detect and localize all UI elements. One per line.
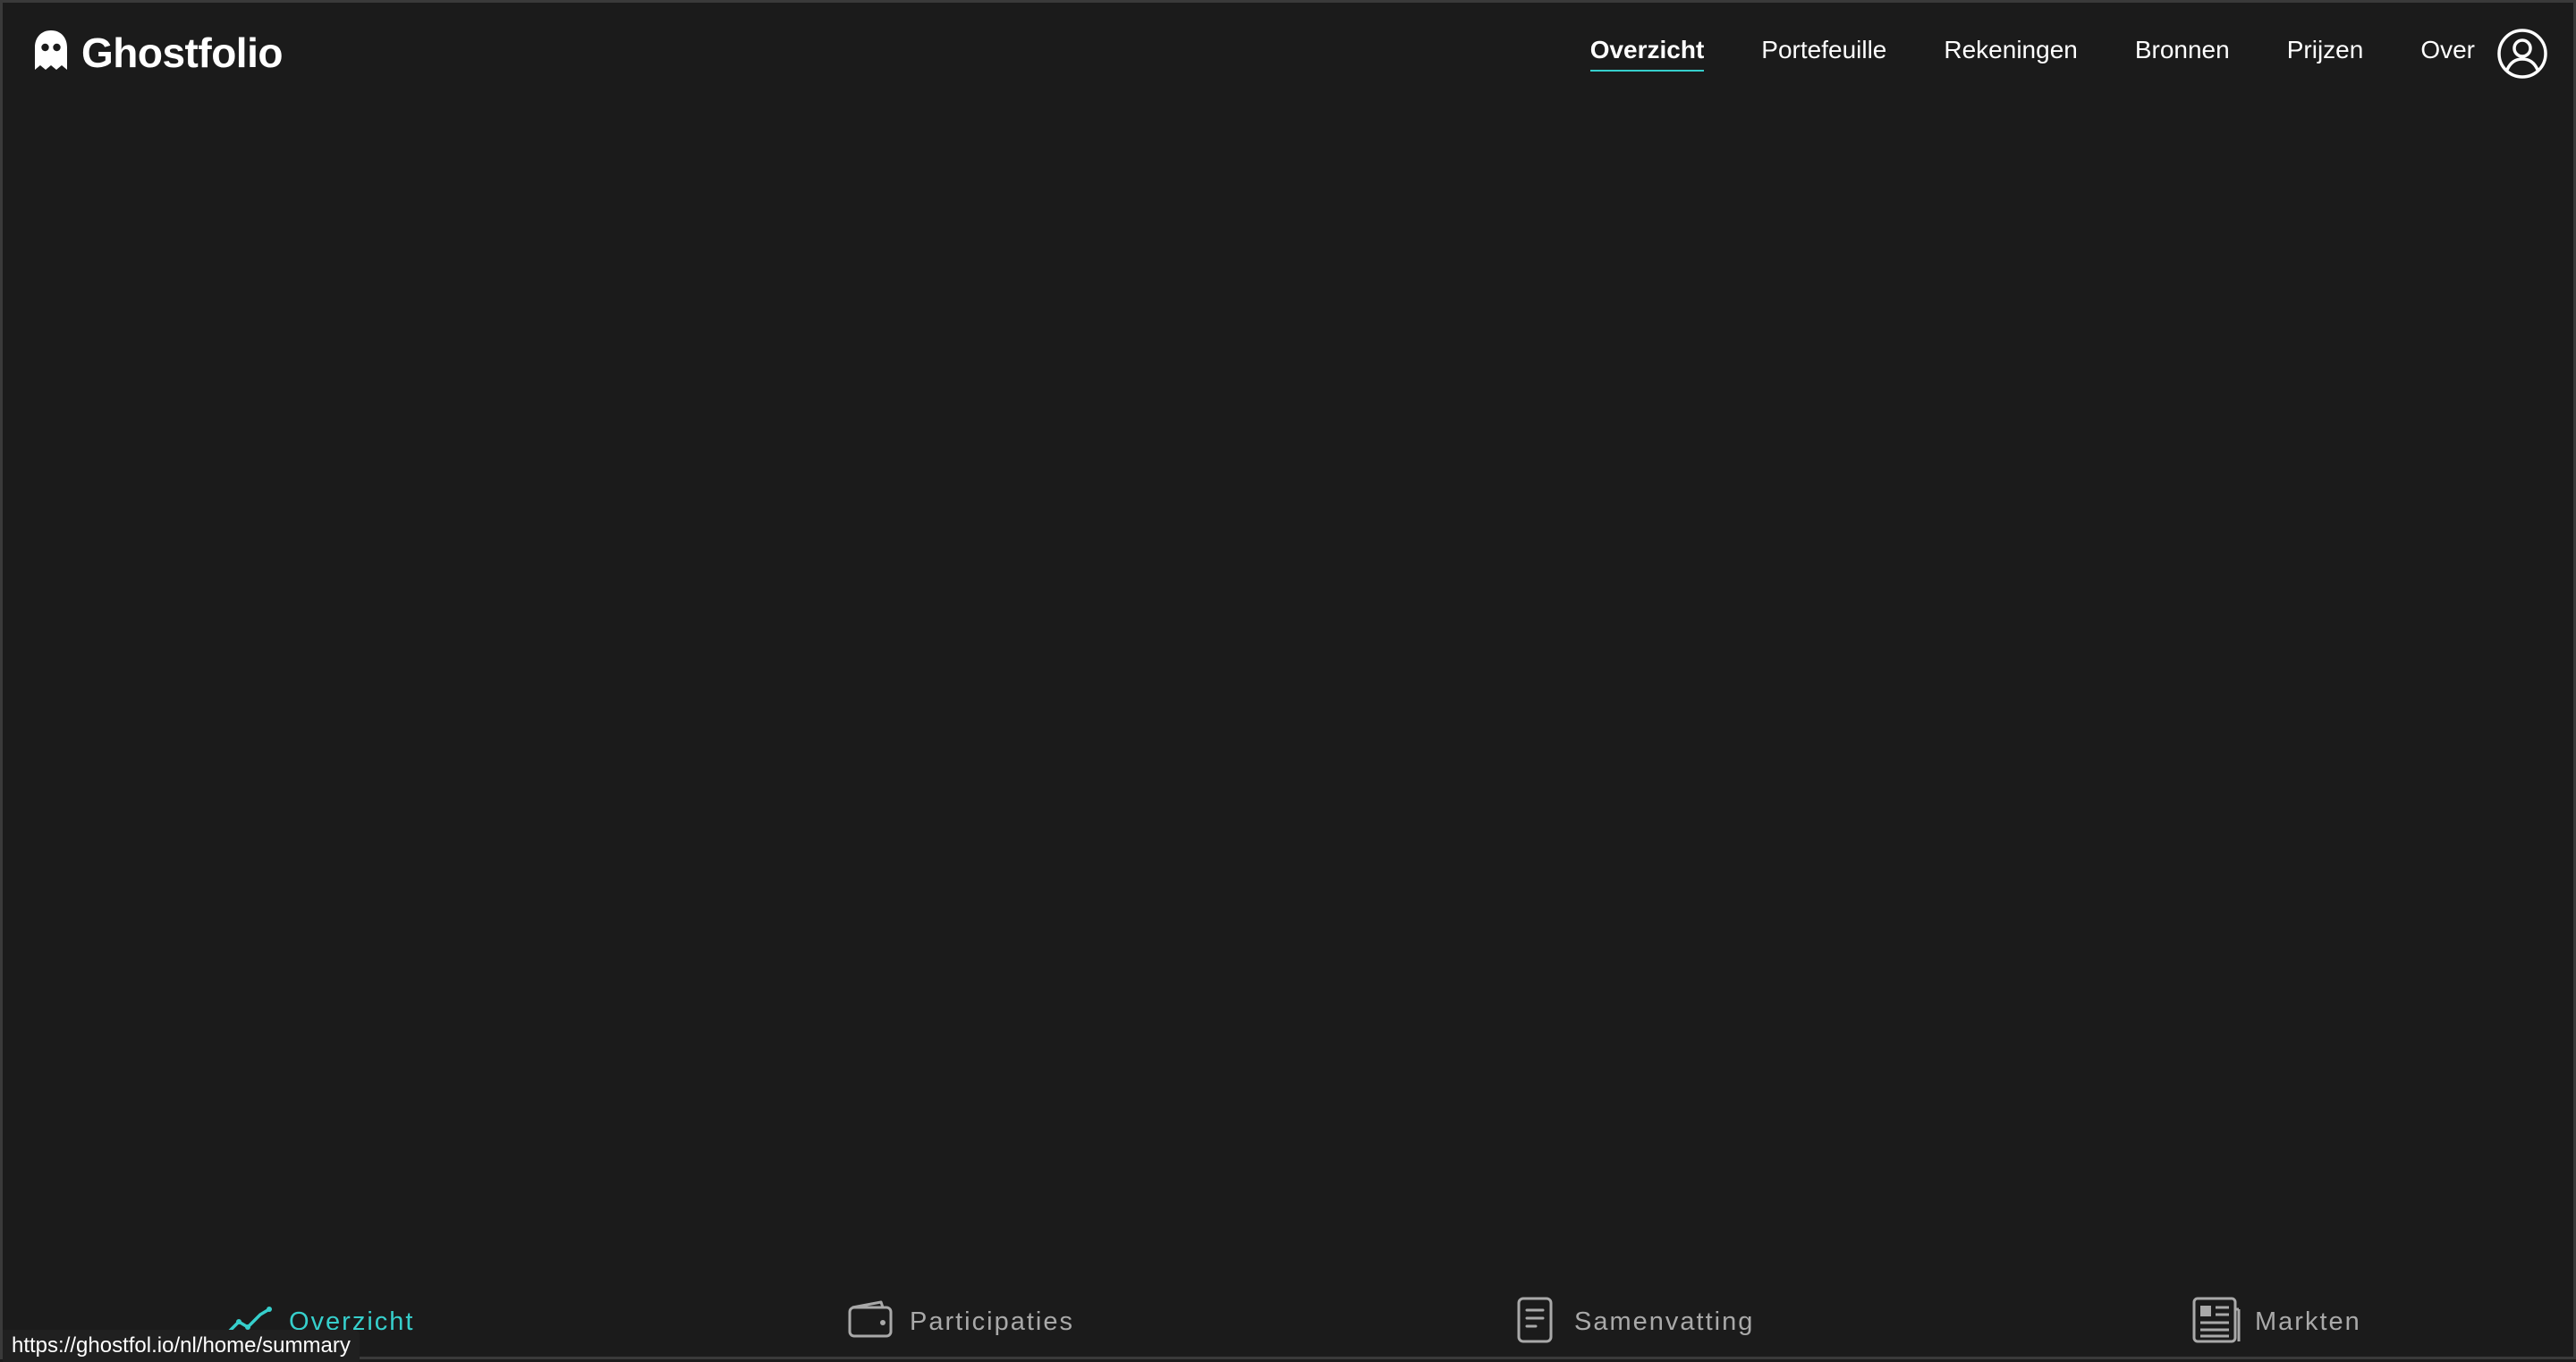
user-account-button[interactable]: [2496, 28, 2548, 80]
bottom-tab-bar: Overzicht Participaties Samenvatting Mar…: [3, 1282, 2573, 1362]
tab-label: Participaties: [910, 1307, 1074, 1336]
tab-samenvatting[interactable]: Samenvatting: [1510, 1282, 1754, 1362]
app-window: Ghostfolio Overzicht Portefeuille Rekeni…: [0, 0, 2576, 1362]
brand-logo[interactable]: Ghostfolio: [33, 28, 283, 78]
newspaper-icon: [2190, 1295, 2241, 1349]
tab-markten[interactable]: Markten: [2190, 1282, 2361, 1362]
wallet-icon: [845, 1295, 895, 1349]
tab-participaties[interactable]: Participaties: [845, 1282, 1074, 1362]
tab-label: Markten: [2255, 1307, 2361, 1336]
tab-label: Samenvatting: [1574, 1307, 1755, 1336]
top-navbar: Ghostfolio Overzicht Portefeuille Rekeni…: [3, 3, 2573, 101]
brand-name: Ghostfolio: [81, 30, 283, 76]
nav-item-portefeuille[interactable]: Portefeuille: [1761, 36, 1886, 68]
user-circle-icon: [2496, 29, 2548, 83]
nav-item-over[interactable]: Over: [2420, 36, 2475, 68]
ghost-icon: [33, 29, 69, 78]
nav-item-overzicht[interactable]: Overzicht: [1589, 36, 1704, 72]
document-icon: [1510, 1295, 1560, 1349]
status-bar-url: https://ghostfol.io/nl/home/summary: [3, 1330, 360, 1362]
nav-item-rekeningen[interactable]: Rekeningen: [1944, 36, 2077, 68]
main-nav: Overzicht Portefeuille Rekeningen Bronne…: [1589, 30, 2475, 74]
nav-item-prijzen[interactable]: Prijzen: [2287, 36, 2364, 68]
nav-item-bronnen[interactable]: Bronnen: [2135, 36, 2230, 68]
